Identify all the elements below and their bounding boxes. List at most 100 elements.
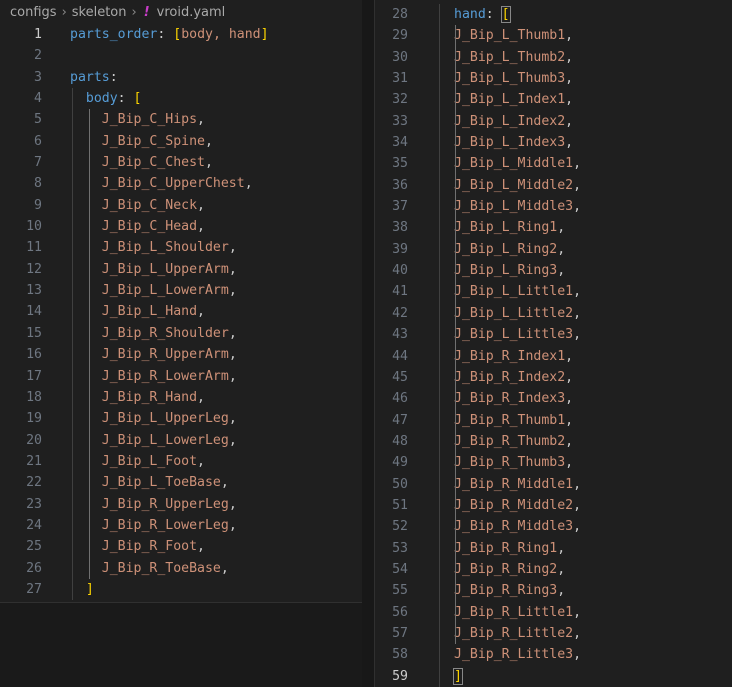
- line-content[interactable]: J_Bip_R_UpperLeg,: [70, 494, 237, 515]
- line-content[interactable]: J_Bip_C_Neck,: [70, 195, 205, 216]
- code-line[interactable]: 9 J_Bip_C_Neck,: [0, 194, 362, 217]
- line-content[interactable]: J_Bip_R_Middle2,: [454, 495, 581, 516]
- code-line[interactable]: 39 J_Bip_L_Ring2,: [375, 238, 732, 261]
- code-line[interactable]: 31 J_Bip_L_Thumb3,: [375, 68, 732, 90]
- breadcrumb-item-configs[interactable]: configs: [10, 5, 57, 20]
- line-content[interactable]: J_Bip_R_ToeBase,: [70, 558, 229, 579]
- code-line[interactable]: 5 J_Bip_C_Hips,: [0, 109, 362, 131]
- line-content[interactable]: J_Bip_L_Little2,: [454, 303, 581, 324]
- line-content[interactable]: J_Bip_R_Little3,: [454, 644, 581, 665]
- line-content[interactable]: parts:: [70, 67, 126, 88]
- code-line[interactable]: 11 J_Bip_L_Shoulder,: [0, 237, 362, 259]
- code-line[interactable]: 17 J_Bip_R_LowerArm,: [0, 365, 362, 387]
- line-content[interactable]: J_Bip_R_Thumb3,: [454, 452, 573, 473]
- line-content[interactable]: parts_order: [body, hand]: [70, 24, 269, 45]
- code-line[interactable]: 42 J_Bip_L_Little2,: [375, 302, 732, 325]
- code-line[interactable]: 54 J_Bip_R_Ring2,: [375, 558, 732, 581]
- line-content[interactable]: J_Bip_R_LowerArm,: [70, 366, 237, 387]
- line-content[interactable]: J_Bip_L_Middle2,: [454, 175, 581, 196]
- code-line[interactable]: 48 J_Bip_R_Thumb2,: [375, 430, 732, 453]
- line-content[interactable]: J_Bip_R_Shoulder,: [70, 323, 237, 344]
- code-line[interactable]: 7 J_Bip_C_Chest,: [0, 152, 362, 174]
- line-content[interactable]: J_Bip_R_Ring2,: [454, 559, 565, 580]
- line-content[interactable]: J_Bip_L_Middle3,: [454, 196, 581, 217]
- code-line[interactable]: 45 J_Bip_R_Index2,: [375, 366, 732, 389]
- code-line[interactable]: 32 J_Bip_L_Index1,: [375, 89, 732, 111]
- code-line[interactable]: 4 body: [: [0, 88, 362, 110]
- line-content[interactable]: J_Bip_R_Little2,: [454, 623, 581, 644]
- code-line[interactable]: 58 J_Bip_R_Little3,: [375, 644, 732, 666]
- line-content[interactable]: ]: [70, 579, 94, 600]
- code-line[interactable]: 25 J_Bip_R_Foot,: [0, 536, 362, 558]
- line-content[interactable]: J_Bip_R_Middle3,: [454, 516, 581, 537]
- line-content[interactable]: body: [: [70, 88, 142, 109]
- line-content[interactable]: J_Bip_C_UpperChest,: [70, 173, 253, 194]
- code-line[interactable]: 35 J_Bip_L_Middle1,: [375, 153, 732, 175]
- line-content[interactable]: J_Bip_C_Chest,: [70, 152, 213, 173]
- line-content[interactable]: J_Bip_R_Index2,: [454, 367, 573, 388]
- line-content[interactable]: J_Bip_C_Hips,: [70, 109, 205, 130]
- code-line[interactable]: 24 J_Bip_R_LowerLeg,: [0, 514, 362, 537]
- code-line[interactable]: 36 J_Bip_L_Middle2,: [375, 174, 732, 197]
- code-line[interactable]: 43 J_Bip_L_Little3,: [375, 324, 732, 346]
- code-line[interactable]: 19 J_Bip_L_UpperLeg,: [0, 408, 362, 430]
- code-line[interactable]: 23 J_Bip_R_UpperLeg,: [0, 493, 362, 515]
- line-content[interactable]: J_Bip_L_Index1,: [454, 89, 573, 110]
- breadcrumb-item-skeleton[interactable]: skeleton: [72, 5, 127, 20]
- line-content[interactable]: J_Bip_L_Index3,: [454, 132, 573, 153]
- code-line[interactable]: 20 J_Bip_L_LowerLeg,: [0, 429, 362, 451]
- line-content[interactable]: J_Bip_R_UpperArm,: [70, 344, 237, 365]
- code-line[interactable]: 50 J_Bip_R_Middle1,: [375, 473, 732, 495]
- line-content[interactable]: J_Bip_C_Head,: [70, 216, 205, 237]
- code-line[interactable]: 33 J_Bip_L_Index2,: [375, 110, 732, 133]
- code-line[interactable]: 44 J_Bip_R_Index1,: [375, 345, 732, 367]
- code-line[interactable]: 56 J_Bip_R_Little1,: [375, 601, 732, 623]
- code-line[interactable]: 2: [0, 45, 362, 66]
- line-content[interactable]: J_Bip_L_Ring2,: [454, 239, 565, 260]
- code-line[interactable]: 22 J_Bip_L_ToeBase,: [0, 472, 362, 494]
- code-line[interactable]: 59]: [375, 665, 732, 687]
- code-line[interactable]: 40 J_Bip_L_Ring3,: [375, 260, 732, 282]
- code-line[interactable]: 38 J_Bip_L_Ring1,: [375, 217, 732, 239]
- line-content[interactable]: J_Bip_L_Thumb3,: [454, 68, 573, 89]
- right-code-area[interactable]: 28 hand: [29 J_Bip_L_Thumb1, 30 J_Bip_L_Thum…: [375, 4, 732, 687]
- line-content[interactable]: J_Bip_L_Thumb1,: [454, 25, 573, 46]
- line-content[interactable]: J_Bip_R_Index1,: [454, 346, 573, 367]
- code-line[interactable]: 6 J_Bip_C_Spine,: [0, 130, 362, 153]
- code-line[interactable]: 26 J_Bip_R_ToeBase,: [0, 557, 362, 579]
- code-line[interactable]: 28 hand: [: [375, 4, 732, 26]
- breadcrumb-item-file[interactable]: vroid.yaml: [157, 5, 226, 20]
- line-content[interactable]: J_Bip_R_Ring1,: [454, 538, 565, 559]
- code-line[interactable]: 8 J_Bip_C_UpperChest,: [0, 173, 362, 195]
- line-content[interactable]: J_Bip_L_LowerLeg,: [70, 430, 237, 451]
- code-line[interactable]: 51 J_Bip_R_Middle2,: [375, 494, 732, 517]
- line-content[interactable]: J_Bip_R_Thumb1,: [454, 410, 573, 431]
- line-content[interactable]: J_Bip_L_Hand,: [70, 301, 205, 322]
- line-content[interactable]: J_Bip_R_Index3,: [454, 388, 573, 409]
- line-content[interactable]: J_Bip_L_Ring1,: [454, 217, 565, 238]
- line-content[interactable]: J_Bip_R_Little1,: [454, 602, 581, 623]
- line-content[interactable]: J_Bip_L_Index2,: [454, 111, 573, 132]
- code-line[interactable]: 30 J_Bip_L_Thumb2,: [375, 46, 732, 69]
- line-content[interactable]: hand: [: [454, 4, 511, 25]
- code-line[interactable]: 53 J_Bip_R_Ring1,: [375, 537, 732, 559]
- code-line[interactable]: 12 J_Bip_L_UpperArm,: [0, 258, 362, 281]
- code-line[interactable]: 13 J_Bip_L_LowerArm,: [0, 280, 362, 302]
- line-content[interactable]: J_Bip_R_LowerLeg,: [70, 515, 237, 536]
- line-content[interactable]: J_Bip_R_Hand,: [70, 387, 205, 408]
- code-line[interactable]: 1 parts_order: [body, hand]: [0, 24, 362, 45]
- left-code-area[interactable]: 1 parts_order: [body, hand] 2 3 parts: 4 bod…: [0, 24, 362, 601]
- code-line[interactable]: 46 J_Bip_R_Index3,: [375, 388, 732, 410]
- code-line[interactable]: 3 parts:: [0, 67, 362, 88]
- code-line[interactable]: 41 J_Bip_L_Little1,: [375, 281, 732, 303]
- code-line[interactable]: 52 J_Bip_R_Middle3,: [375, 516, 732, 538]
- code-line[interactable]: 10 J_Bip_C_Head,: [0, 216, 362, 238]
- code-line[interactable]: 29 J_Bip_L_Thumb1,: [375, 25, 732, 47]
- code-line[interactable]: 21 J_Bip_L_Foot,: [0, 450, 362, 473]
- line-content[interactable]: J_Bip_L_Little1,: [454, 281, 581, 302]
- line-content[interactable]: J_Bip_L_Shoulder,: [70, 237, 237, 258]
- line-content[interactable]: J_Bip_L_Thumb2,: [454, 47, 573, 68]
- code-line[interactable]: 37 J_Bip_L_Middle3,: [375, 196, 732, 218]
- line-content[interactable]: J_Bip_L_Middle1,: [454, 153, 581, 174]
- code-line[interactable]: 15 J_Bip_R_Shoulder,: [0, 322, 362, 345]
